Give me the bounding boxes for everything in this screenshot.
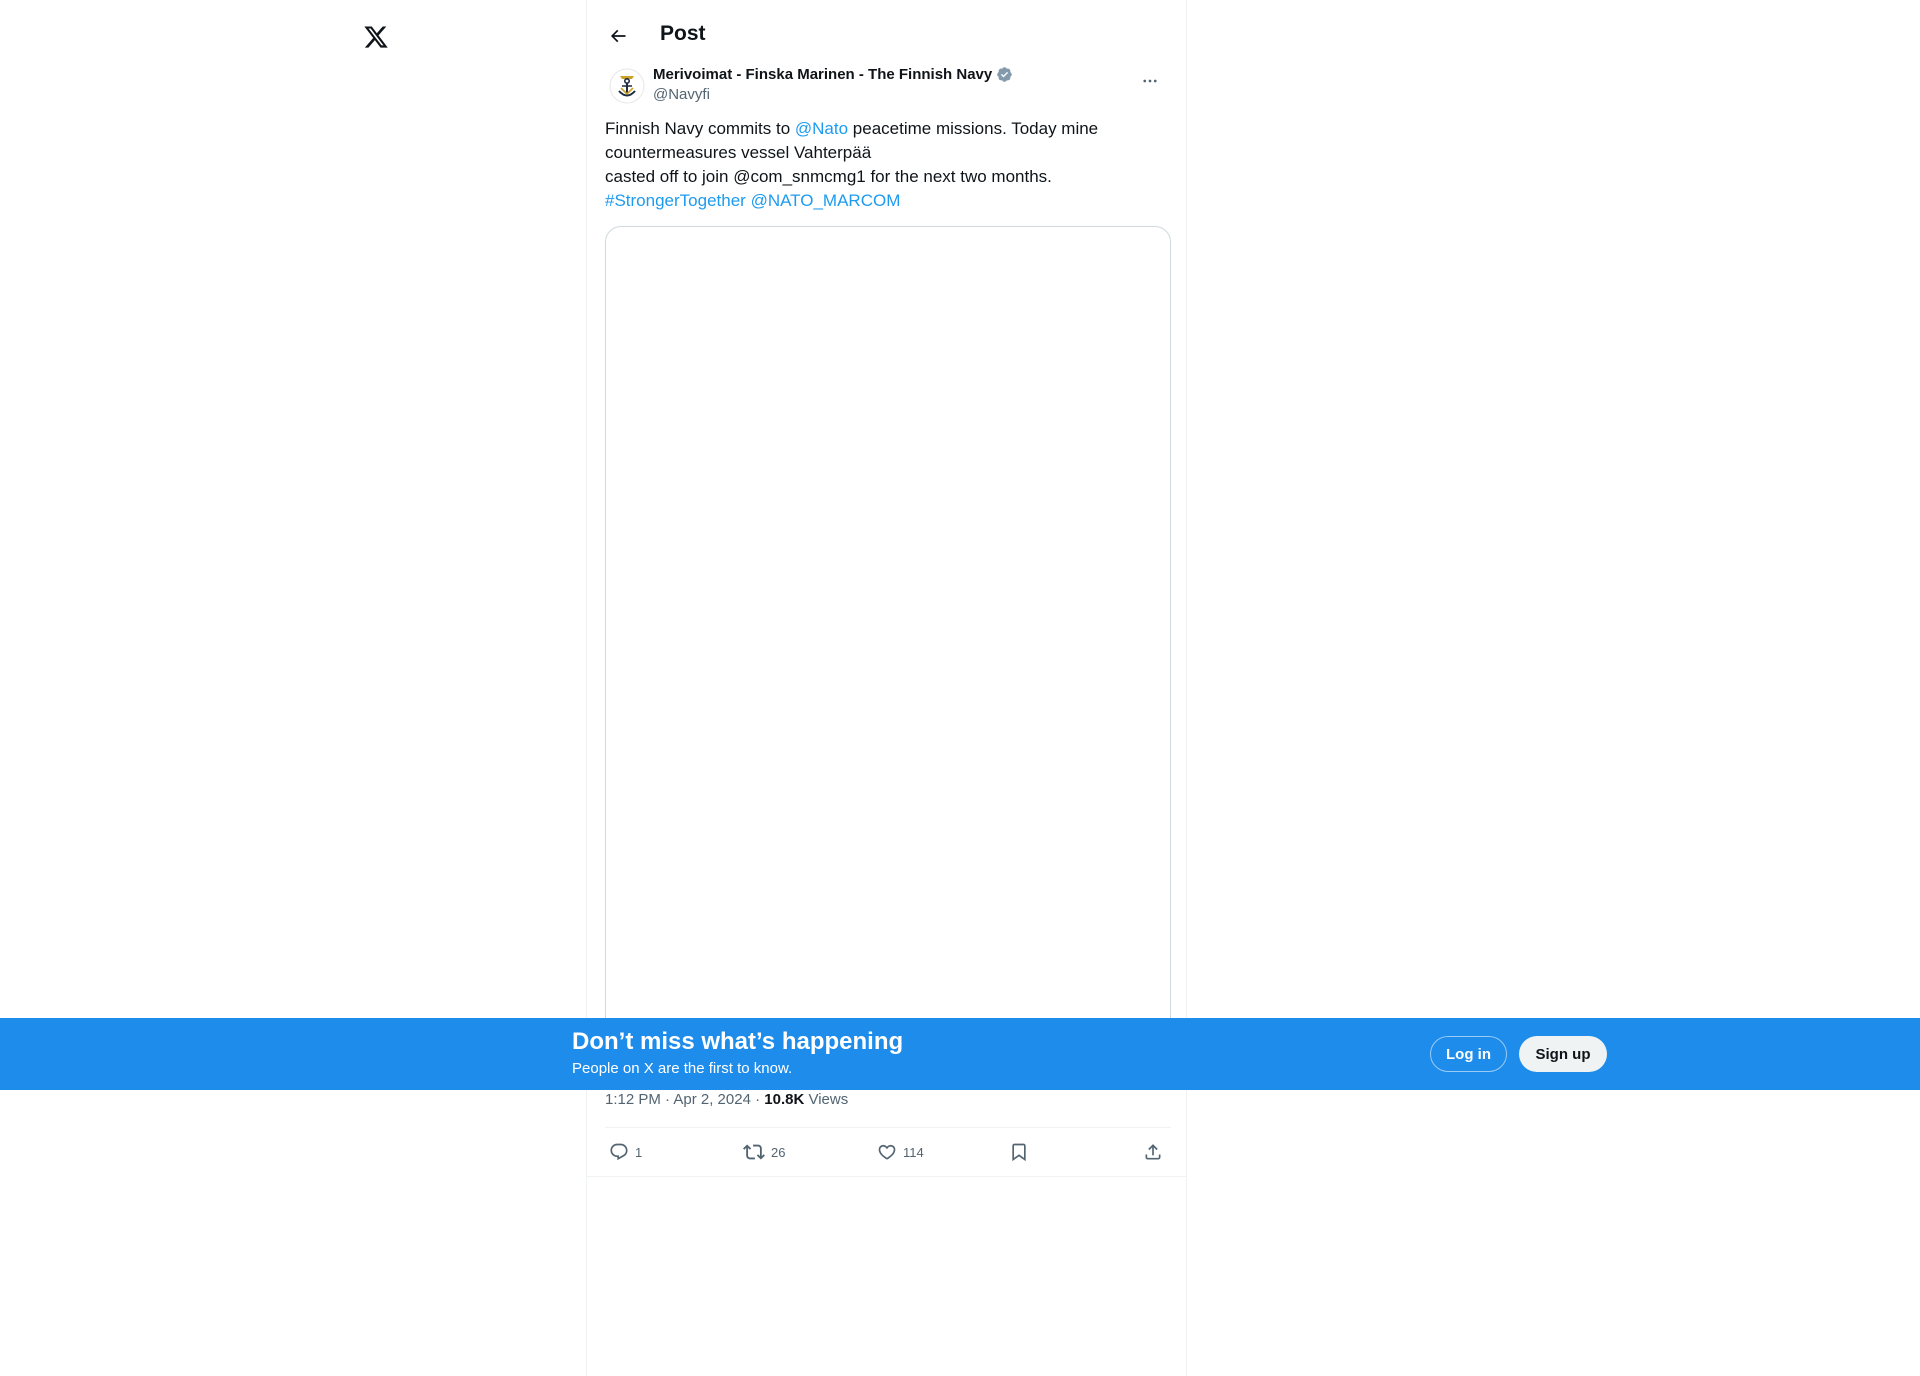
repost-icon [743, 1144, 765, 1160]
more-horizontal-icon [1143, 79, 1157, 83]
tweet-media[interactable] [605, 226, 1171, 1036]
avatar[interactable] [607, 66, 647, 106]
arrow-left-icon [610, 29, 626, 43]
signup-button[interactable]: Sign up [1519, 1036, 1607, 1072]
page-title: Post [660, 22, 706, 45]
like-button[interactable]: 114 [877, 1128, 924, 1176]
heart-icon [878, 1144, 896, 1160]
tweet-actions: 1 26 114 [605, 1128, 1171, 1176]
author-name[interactable]: Merivoimat - Finska Marinen - The Finnis… [653, 66, 1013, 83]
reply-button[interactable]: 1 [609, 1128, 642, 1176]
views-count: 10.8K [764, 1091, 805, 1108]
reply-count: 1 [635, 1144, 643, 1160]
tweet-text-segment: Finnish Navy commits to [605, 119, 795, 138]
author-name-text: Merivoimat - Finska Marinen - The Finnis… [653, 66, 993, 83]
hashtag-link[interactable]: #StrongerTogether [605, 191, 746, 210]
share-icon [1145, 1144, 1161, 1160]
tweet-text-line-3: casted off to join @com_snmcmg1 for the … [605, 167, 1052, 186]
bookmark-icon [1012, 1143, 1026, 1162]
tweet-meta: 1:12 PM · Apr 2, 2024 · 10.8K Views [605, 1091, 848, 1108]
verified-badge-icon [997, 67, 1013, 82]
share-button[interactable] [1143, 1128, 1163, 1176]
navy-anchor-emblem-icon [609, 68, 645, 104]
tweet-timestamp[interactable]: 1:12 PM · Apr 2, 2024 · [605, 1091, 764, 1108]
author-handle[interactable]: @Navyfi [653, 86, 710, 103]
back-button[interactable] [601, 19, 635, 53]
banner-subtitle: People on X are the first to know. [572, 1060, 793, 1077]
banner-title: Don’t miss what’s happening [572, 1028, 904, 1055]
repost-button[interactable]: 26 [743, 1128, 785, 1176]
mention-link-nato-marcom[interactable]: @NATO_MARCOM [751, 191, 901, 210]
page: Post Merivoimat - Finska Marinen - The F… [0, 0, 1920, 1376]
tweet-text-line-1: Finnish Navy commits to @Nato peacetime … [605, 117, 1165, 141]
more-options-button[interactable] [1133, 64, 1167, 98]
views-label: Views [808, 1091, 849, 1108]
signup-banner: Don’t miss what’s happening People on X … [0, 1018, 1920, 1090]
tweet-text: Finnish Navy commits to @Nato peacetime … [605, 117, 1165, 213]
tweet-text-line-2: countermeasures vessel Vahterpää [605, 143, 872, 162]
repost-count: 26 [771, 1144, 786, 1160]
like-count: 114 [903, 1144, 924, 1160]
mention-link-nato[interactable]: @Nato [795, 119, 848, 138]
tweet-text-line-4: #StrongerTogether @NATO_MARCOM [605, 189, 1165, 213]
bookmark-button[interactable] [1009, 1128, 1029, 1176]
author-row: Merivoimat - Finska Marinen - The Finnis… [607, 64, 1167, 108]
main-column: Post Merivoimat - Finska Marinen - The F… [586, 0, 1187, 1376]
divider [587, 1176, 1186, 1177]
reply-icon [610, 1143, 628, 1161]
login-button[interactable]: Log in [1430, 1036, 1507, 1072]
tweet-text-segment: peacetime missions. Today mine [848, 119, 1099, 138]
x-logo-icon[interactable] [361, 22, 391, 52]
post-header: Post [587, 0, 1186, 70]
